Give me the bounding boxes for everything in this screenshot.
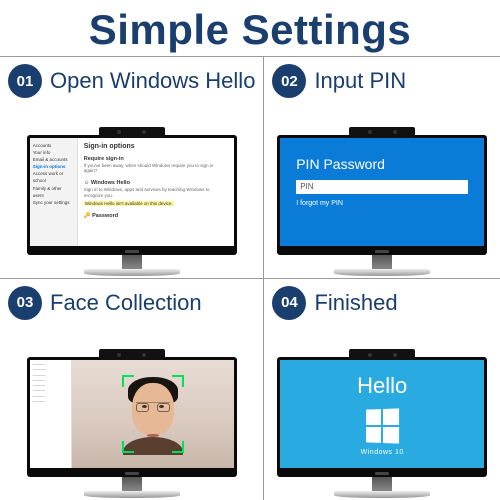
sidebar-item[interactable]: Family & other users xyxy=(33,185,74,199)
hello-greeting: Hello xyxy=(357,373,407,399)
sidebar-item[interactable]: Access work or school xyxy=(33,170,74,184)
infographic: Simple Settings 01 Open Windows Hello Ac… xyxy=(0,0,500,500)
face-capture-view xyxy=(72,360,234,468)
step-4: 04 Finished Hello Windows 10 xyxy=(264,279,500,500)
webcam-icon xyxy=(349,349,415,360)
step-3: 03 Face Collection ─────────────────────… xyxy=(0,279,264,500)
steps-grid: 01 Open Windows Hello Accounts Your info… xyxy=(0,56,500,500)
step-number-badge: 04 xyxy=(272,286,306,320)
face-frame xyxy=(122,375,184,453)
screen-content: ──────────────────────────────────────── xyxy=(30,360,234,468)
step-title: Finished xyxy=(314,290,397,316)
monitor: ──────────────────────────────────────── xyxy=(27,349,237,498)
monitor: Hello Windows 10 xyxy=(277,349,487,498)
forgot-pin-link[interactable]: I forgot my PIN xyxy=(296,200,468,207)
windows-logo-icon xyxy=(366,408,399,443)
section-heading: ☺ Windows Hello xyxy=(84,180,228,186)
screen-content: PIN Password PIN I forgot my PIN xyxy=(280,138,484,246)
settings-sidebar: Accounts Your info Email & accounts Sign… xyxy=(30,138,78,246)
highlighted-text: Windows Hello isn't available on this de… xyxy=(84,201,174,206)
step-header: 03 Face Collection xyxy=(8,283,255,323)
step-2: 02 Input PIN PIN Password PIN I forgot m… xyxy=(264,57,500,279)
sidebar-item[interactable]: Sync your settings xyxy=(33,199,74,206)
sidebar-item[interactable]: Your info xyxy=(33,149,74,156)
step-number-badge: 01 xyxy=(8,64,42,98)
step-title: Input PIN xyxy=(314,68,406,94)
step-title: Face Collection xyxy=(50,290,202,316)
monitor: PIN Password PIN I forgot my PIN xyxy=(277,127,487,276)
webcam-icon xyxy=(99,127,165,138)
os-label: Windows 10 xyxy=(361,449,404,456)
section-text: If you've been away, when should Windows… xyxy=(84,163,228,175)
sidebar-item[interactable]: Email & accounts xyxy=(33,156,74,163)
step-title: Open Windows Hello xyxy=(50,68,255,94)
section-text: Sign in to Windows, apps and services by… xyxy=(84,187,228,199)
step-header: 01 Open Windows Hello xyxy=(8,61,255,101)
step-header: 02 Input PIN xyxy=(272,61,492,101)
step-header: 04 Finished xyxy=(272,283,492,323)
settings-main: Sign-in options Require sign-in If you'v… xyxy=(78,138,234,246)
section-heading: 🔑 Password xyxy=(84,213,228,219)
step-1: 01 Open Windows Hello Accounts Your info… xyxy=(0,57,264,279)
screen-content: Hello Windows 10 xyxy=(280,360,484,468)
section-heading: Require sign-in xyxy=(84,156,228,162)
pin-input[interactable]: PIN xyxy=(296,180,468,194)
webcam-icon xyxy=(349,127,415,138)
sidebar-heading: Accounts xyxy=(33,142,74,149)
pin-heading: PIN Password xyxy=(296,156,468,172)
screen-content: Accounts Your info Email & accounts Sign… xyxy=(30,138,234,246)
settings-page-title: Sign-in options xyxy=(84,143,228,150)
page-title: Simple Settings xyxy=(0,0,500,56)
step-number-badge: 02 xyxy=(272,64,306,98)
webcam-icon xyxy=(99,349,165,360)
face-setup-sidebar: ──────────────────────────────────────── xyxy=(30,360,72,468)
monitor: Accounts Your info Email & accounts Sign… xyxy=(27,127,237,276)
step-number-badge: 03 xyxy=(8,286,42,320)
sidebar-item-signin[interactable]: Sign-in options xyxy=(33,163,74,170)
